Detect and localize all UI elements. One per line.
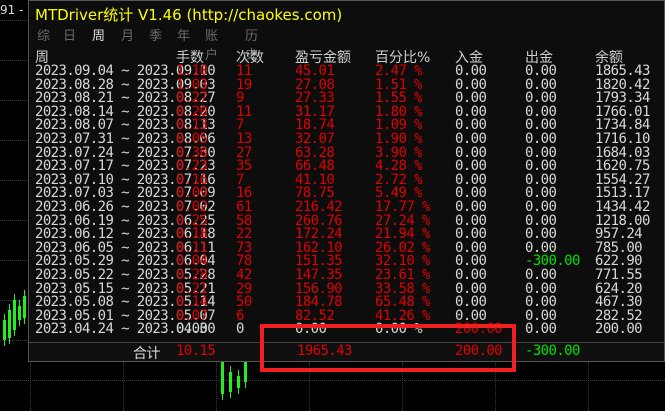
table-row[interactable]: 2023.08.07 ~ 2023.08.13 0.13 7 18.74 1.09 % 0… (29, 117, 664, 133)
cell-pnl: 0.00 (295, 321, 327, 338)
table-row[interactable]: 2023.07.10 ~ 2023.07.16 0.16 7 41.10 2.72 % 0… (29, 172, 664, 188)
candle-body (244, 362, 247, 382)
table-row[interactable]: 2023.07.31 ~ 2023.08.06 0.05 13 32.07 1.90 %… (29, 131, 664, 147)
tab-3[interactable]: 月 (121, 25, 134, 44)
table-row[interactable]: 2023.04.24 ~ 2023.04.30 0.00 0 0.00 0.00 % 20… (29, 321, 664, 338)
candle-body (221, 360, 224, 394)
cell-bal: 200.00 (595, 321, 643, 338)
table-row[interactable]: 2023.06.19 ~ 2023.06.25 0.25 58 260.76 27.24… (29, 213, 664, 229)
table-row[interactable]: 2023.05.29 ~ 2023.06.04 0.04 78 151.35 32.10… (29, 253, 664, 269)
table-row[interactable]: 2023.07.17 ~ 2023.07.23 0.23 35 66.48 4.28 %… (29, 158, 664, 174)
totals-deposit: 200.00 (455, 343, 503, 359)
candle-body (8, 310, 11, 338)
tab-1[interactable]: 日 (63, 25, 76, 44)
tab-0[interactable]: 综 (37, 25, 50, 44)
cell-lots: 0.00 (176, 321, 208, 338)
table-row[interactable]: 2023.05.08 ~ 2023.05.14 0.14 50 184.78 65.48… (29, 294, 664, 310)
table-row[interactable]: 2023.05.15 ~ 2023.05.21 0.21 29 156.90 33.58… (29, 281, 664, 297)
candle-body (229, 372, 232, 392)
table-row[interactable]: 2023.06.26 ~ 2023.07.02 0.02 61 216.42 17.77… (29, 199, 664, 215)
candle-body (23, 296, 26, 318)
table-row[interactable]: 2023.08.28 ~ 2023.09.03 1.03 19 27.08 1.51 %… (29, 77, 664, 93)
totals-row: 合计 10.15 1965.43 200.00 -300.00 (29, 343, 664, 362)
table-row[interactable]: 2023.06.12 ~ 2023.06.18 0.18 22 172.24 21.94… (29, 226, 664, 242)
totals-withdraw: -300.00 (525, 343, 580, 359)
candle-body (237, 376, 240, 388)
tab-5[interactable]: 年 (177, 25, 190, 44)
table-row[interactable]: 2023.05.01 ~ 2023.05.07 0.07 6 82.52 41.26 %… (29, 308, 664, 324)
tab-2[interactable]: 周 (92, 25, 105, 44)
grid-line (0, 380, 665, 381)
totals-pnl: 1965.43 (297, 343, 352, 359)
table-row[interactable]: 2023.08.14 ~ 2023.08.20 0.20 11 31.17 1.80 %… (29, 104, 664, 120)
table-row[interactable]: 2023.09.04 ~ 2023.09.10 1.10 11 45.01 2.47 %… (29, 63, 664, 79)
totals-lots: 10.15 (176, 343, 216, 359)
cell-dep: 200.00 (455, 321, 503, 338)
candle-body (18, 306, 21, 320)
table-row[interactable]: 2023.07.24 ~ 2023.07.30 0.30 27 63.28 3.90 %… (29, 145, 664, 161)
table-row[interactable]: 2023.07.03 ~ 2023.07.09 0.09 16 78.75 5.49 %… (29, 185, 664, 201)
panel-title: MTDriver统计 V1.46 (http://chaokes.com) (35, 6, 343, 24)
table-row[interactable]: 2023.06.05 ~ 2023.06.11 0.11 73 162.10 26.02… (29, 240, 664, 256)
price-axis-label: 91 - (0, 3, 24, 17)
candle-body (3, 320, 6, 340)
totals-label: 合计 (133, 346, 160, 362)
tab-6[interactable]: 账户 (205, 25, 218, 63)
table-row[interactable]: 2023.08.21 ~ 2023.08.27 0.27 9 27.33 1.55 % 0… (29, 90, 664, 106)
stats-panel: MTDriver统计 V1.46 (http://chaokes.com) 综日… (28, 0, 665, 362)
cell-wd: 0.00 (525, 321, 557, 338)
cell-pct: 0.00 % (375, 321, 423, 338)
candle-body (13, 300, 16, 330)
tab-4[interactable]: 季 (149, 25, 162, 44)
cell-count: 0 (236, 321, 244, 338)
table-row[interactable]: 2023.05.22 ~ 2023.05.28 0.28 42 147.35 23.61… (29, 267, 664, 283)
